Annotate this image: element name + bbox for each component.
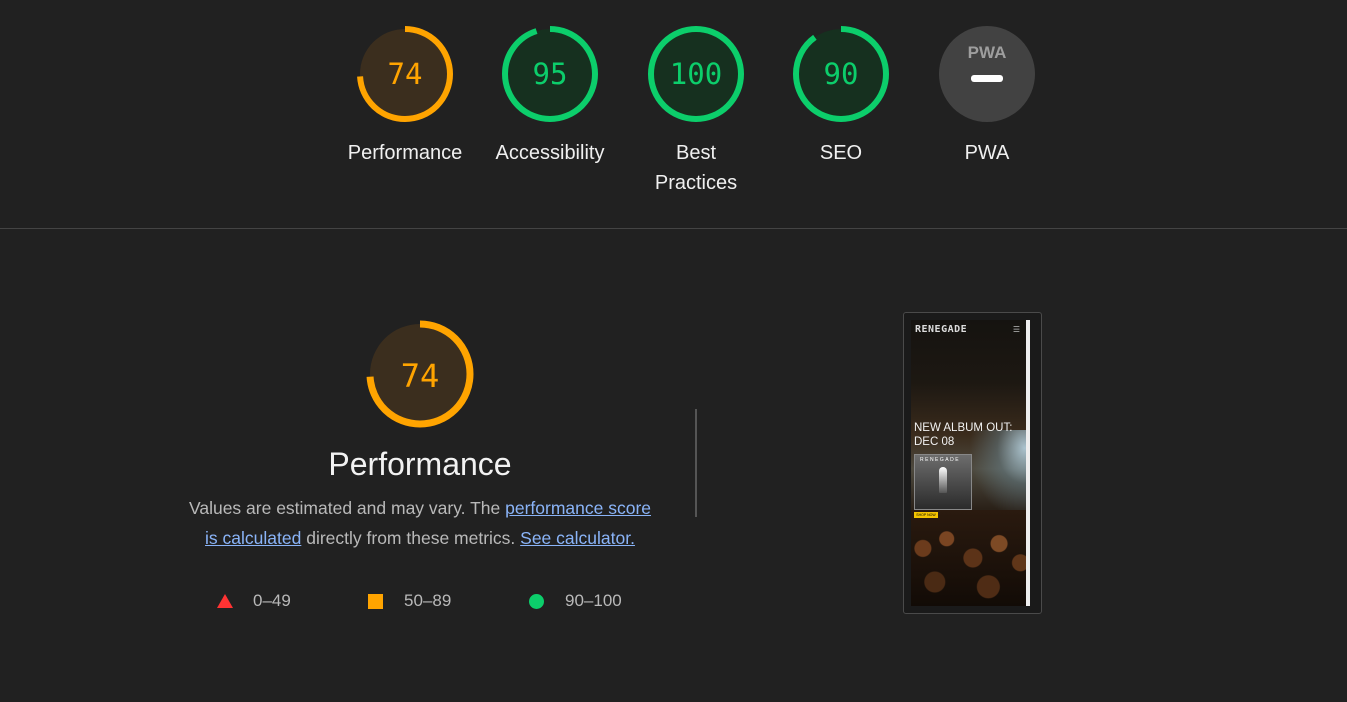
album-headline: NEW ALBUM OUT: DEC 08 — [914, 421, 1022, 449]
best-practices-gauge-ring: 100 — [648, 26, 744, 122]
performance-large-gauge: 74 — [366, 320, 474, 428]
performance-section: 74 Performance Values are estimated and … — [150, 318, 690, 553]
pwa-badge-text: PWA — [968, 43, 1007, 62]
gauge-best-practices-label-line1: Best — [675, 142, 717, 164]
performance-gauge-ring: 74 — [357, 26, 453, 122]
gauge-best-practices[interactable]: 100 Best Practices — [626, 24, 766, 198]
album-cover: RENEGADE — [914, 454, 972, 510]
gauge-accessibility[interactable]: 95 Accessibility — [480, 24, 620, 168]
gauge-seo-label: SEO — [819, 142, 863, 164]
pwa-dash-icon — [971, 75, 1003, 82]
circle-icon — [529, 594, 544, 609]
triangle-icon — [217, 594, 233, 608]
album-headline-line2: DEC 08 — [914, 436, 955, 448]
hamburger-icon: ☰ — [1012, 325, 1020, 334]
gauge-seo-value: 90 — [824, 57, 859, 91]
pwa-badge-icon: PWA — [939, 26, 1035, 122]
performance-score-link-line1[interactable]: performance score — [505, 498, 651, 518]
legend-fail-range: 0–49 — [253, 591, 291, 610]
seo-gauge-ring: 90 — [793, 26, 889, 122]
gauge-accessibility-value: 95 — [533, 57, 568, 91]
gauge-performance-label: Performance — [347, 142, 463, 164]
performance-title: Performance — [328, 446, 512, 482]
performance-large-value: 74 — [401, 357, 440, 395]
desc-middle: directly from these metrics. — [301, 528, 521, 548]
vertical-divider — [695, 409, 697, 517]
desc-prefix: Values are estimated and may vary. The — [188, 498, 506, 518]
album-cover-text: RENEGADE — [920, 457, 961, 463]
legend-pass-range: 90–100 — [565, 591, 622, 610]
section-divider — [0, 228, 1347, 229]
screenshot-image: RENEGADE ☰ NEW ALBUM OUT: DEC 08 RENEGAD… — [911, 320, 1030, 606]
album-figure-icon — [939, 467, 947, 493]
performance-score-link-line2[interactable]: is calculated — [205, 528, 301, 548]
final-screenshot[interactable]: RENEGADE ☰ NEW ALBUM OUT: DEC 08 RENEGAD… — [903, 312, 1042, 614]
shop-now-button: SHOP NOW — [914, 512, 938, 518]
gauge-seo[interactable]: 90 SEO — [771, 24, 911, 168]
gauge-performance[interactable]: 74 Performance — [335, 24, 475, 168]
gauge-best-practices-label: Best Practices — [626, 138, 766, 198]
screenshot-scrollbar — [1026, 320, 1030, 606]
gauge-accessibility-label: Accessibility — [495, 142, 605, 164]
crowd-image — [911, 510, 1030, 606]
performance-description: Values are estimated and may vary. The p… — [175, 493, 665, 553]
square-icon — [368, 594, 383, 609]
see-calculator-link[interactable]: See calculator. — [520, 528, 635, 548]
score-gauges: 74 Performance 95 Accessibility 100 Best… — [0, 0, 1347, 228]
gauge-performance-value: 74 — [388, 57, 423, 91]
accessibility-gauge-ring: 95 — [502, 26, 598, 122]
site-logo: RENEGADE — [915, 324, 968, 335]
album-headline-line1: NEW ALBUM OUT: — [914, 422, 1013, 434]
gauge-pwa-label: PWA — [964, 142, 1010, 164]
gauge-best-practices-label-line2: Practices — [654, 172, 738, 194]
legend-average-range: 50–89 — [404, 591, 452, 610]
gauge-pwa[interactable]: PWA PWA — [917, 24, 1057, 168]
score-legend: 0–49 50–89 90–100 — [0, 588, 1347, 614]
gauge-best-practices-value: 100 — [670, 57, 722, 91]
